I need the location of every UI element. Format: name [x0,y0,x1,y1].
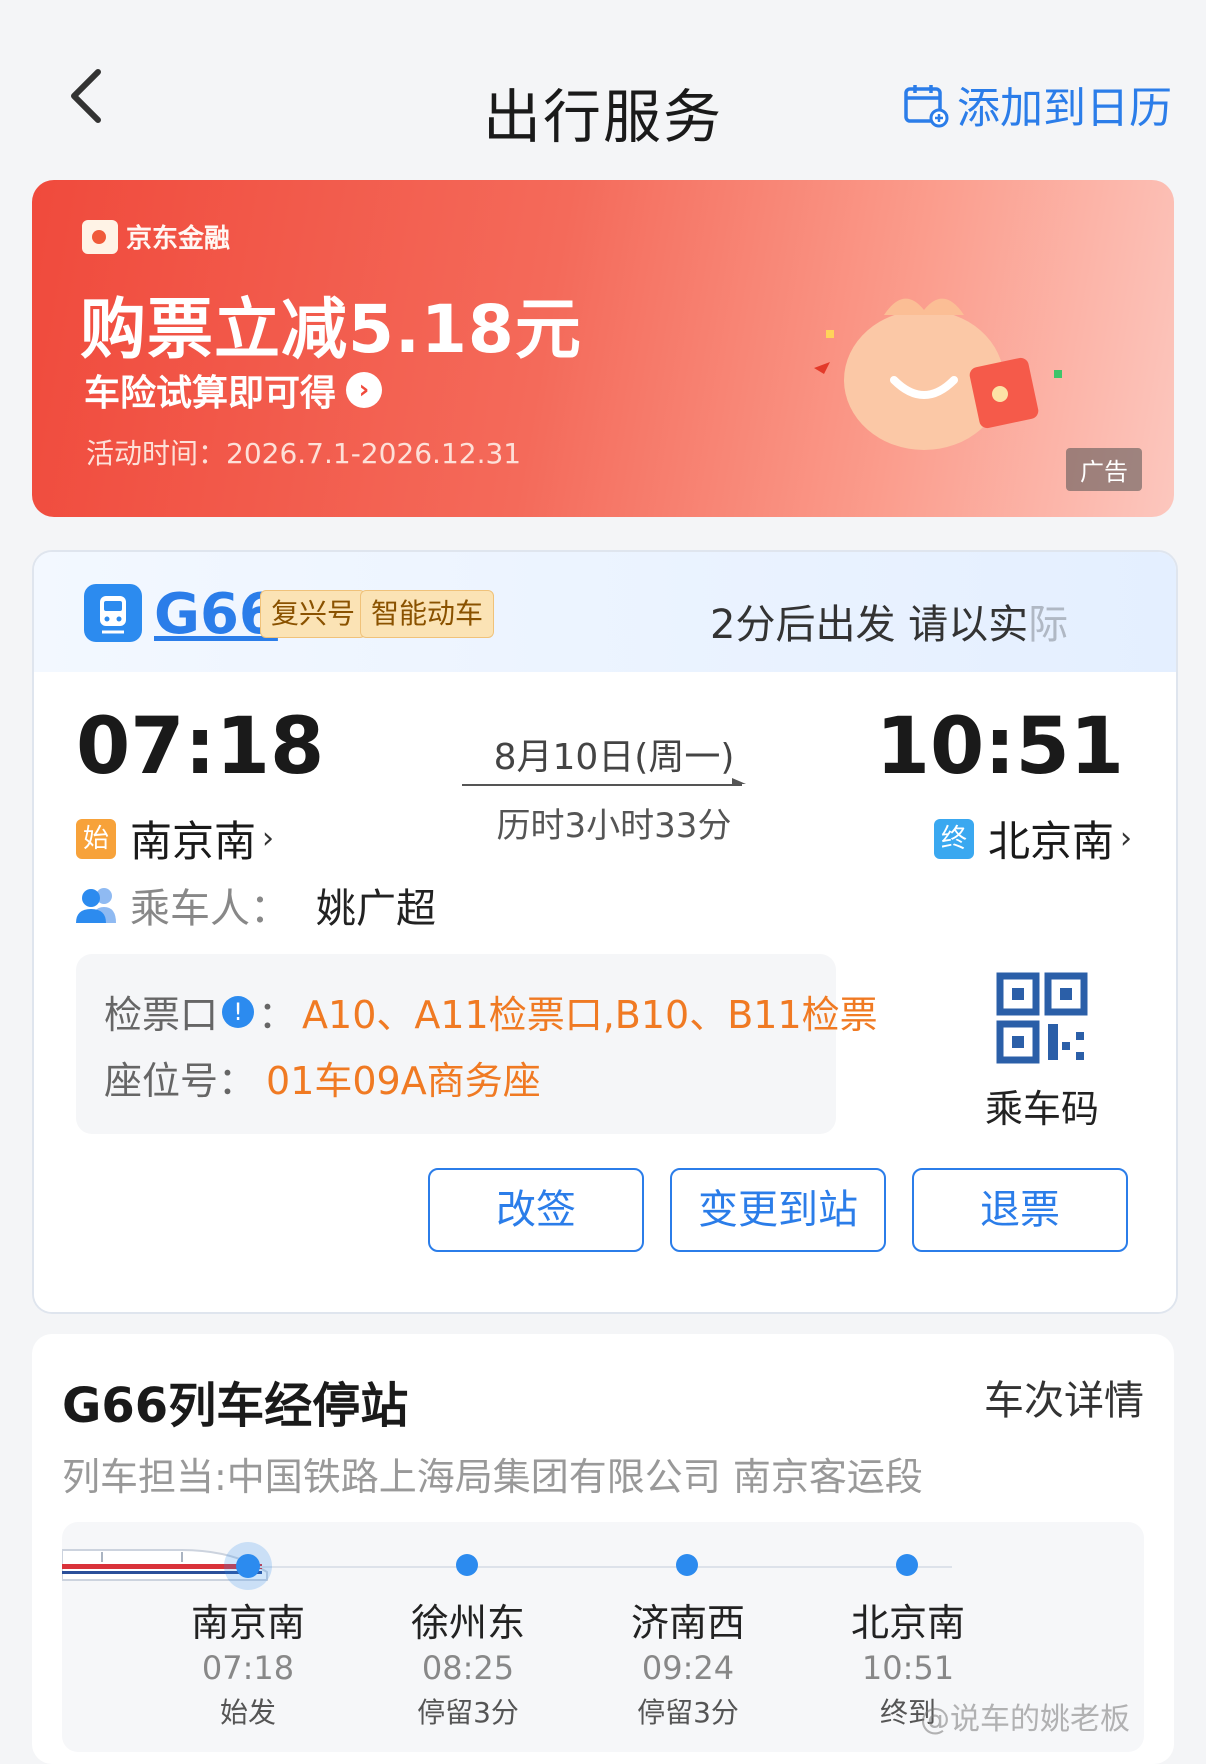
departure-station-name: 南京南 [130,817,257,866]
stop-name: 济南西 [630,1601,745,1645]
boarding-code-label: 乘车码 [984,1087,1099,1131]
calendar-icon [904,85,949,128]
stop-dot [676,1554,698,1576]
money-bag-icon [814,298,1062,450]
stop-time: 10:51 [861,1649,955,1687]
passenger-row: 乘车人： 姚广超 [74,876,436,934]
change-ticket-button[interactable]: 改签 [428,1168,644,1252]
stop-dot [456,1554,478,1576]
stop-item: 徐州东 08:25 停留3分 [368,1592,568,1731]
refund-button[interactable]: 退票 [912,1168,1128,1252]
watermark: @说车的姚老板 [920,1702,1130,1737]
ad-time: 活动时间：2026.7.1-2026.12.31 [86,437,522,470]
jd-finance-logo-icon [82,219,118,254]
ticket-header: G66 复兴号 智能动车 2分后出发 请以实际 [34,552,1176,672]
boarding-code-button[interactable]: 乘车码 [974,972,1110,1133]
start-badge: 始 [76,818,116,859]
ad-headline: 购票立减5.18元 [80,291,582,368]
gate-label: 检票口 [104,993,219,1037]
stops-card: G66列车经停站 车次详情 列车担当:中国铁路上海局集团有限公司 南京客运段 南… [32,1334,1174,1764]
top-bar: 出行服务 添加到日历 [0,0,1206,180]
arrival-station-name: 北京南 [987,817,1114,866]
info-icon[interactable]: ! [222,995,255,1028]
change-destination-button[interactable]: 变更到站 [670,1168,886,1252]
departure-notice-text: 2分后出发 请以实 [710,602,1029,648]
ad-brand-label: 京东金融 [126,224,231,254]
passenger-label: 乘车人： [130,886,290,932]
departure-time: 07:18 [76,702,325,792]
add-to-calendar-button[interactable]: 添加到日历 [903,74,1172,136]
stops-title: G66列车经停站 [62,1378,409,1434]
passenger-icon [76,888,116,923]
train-details-link[interactable]: 车次详情 [984,1368,1144,1426]
travel-date: 8月10日(周一) [493,737,735,778]
add-to-calendar-label: 添加到日历 [957,84,1172,134]
tag-smart-emu: 智能动车 [360,590,495,638]
arrow-right-icon: › [346,372,383,408]
ticket-card: G66 复兴号 智能动车 2分后出发 请以实际 07:18 8月10日(周一) … [32,550,1178,1314]
stop-dot-current [236,1554,260,1578]
departure-notice-fade: 际 [1028,602,1069,648]
arrival-station[interactable]: 终 北京南 › [933,808,1132,869]
gate-row: 检票口 ! ： A10、A11检票口,B10、B11检票 [104,984,878,1039]
stop-time: 09:24 [641,1649,735,1687]
ad-subline: 车险试算即可得 › [84,364,383,416]
stop-note: 始发 [219,1696,276,1729]
ad-banner[interactable]: 京东金融 购票立减5.18元 车险试算即可得 › 活动时间：2026.7.1-2… [32,180,1174,517]
stop-name: 北京南 [850,1601,965,1645]
qr-code-icon [996,972,1088,1064]
date-arrow-line [462,778,746,786]
ad-tag: 广告 [1066,448,1142,491]
route-track [252,1566,952,1568]
stops-route: 南京南 07:18 始发 徐州东 08:25 停留3分 济南西 09:24 停留… [62,1522,1144,1752]
stop-name: 南京南 [190,1601,305,1645]
end-badge: 终 [933,818,974,859]
stop-item: 济南西 09:24 停留3分 [588,1592,788,1731]
stop-time: 08:25 [421,1649,515,1687]
seat-value: 01车09A商务座 [266,1059,541,1103]
passenger-name: 姚广超 [316,886,436,932]
stop-item: 南京南 07:18 始发 [148,1592,348,1731]
arrival-time: 10:51 [875,702,1124,792]
departure-notice: 2分后出发 请以实际 [710,592,1068,650]
seat-label: 座位号： [104,1059,257,1103]
train-operator: 列车担当:中国铁路上海局集团有限公司 南京客运段 [62,1455,923,1499]
stop-dot [896,1554,918,1576]
departure-station[interactable]: 始 南京南 › [76,808,274,869]
ad-brand: 京东金融 [82,218,230,255]
ad-subline-text: 车险试算即可得 [84,373,337,414]
gate-value: A10、A11检票口,B10、B11检票 [302,993,878,1037]
ticket-body: 07:18 8月10日(周一) 历时3小时33分 10:51 始 南京南 › 终… [34,672,1176,1312]
travel-duration: 历时3小时33分 [496,806,732,846]
seat-row: 座位号： 01车09A商务座 [104,1050,541,1105]
stop-name: 徐州东 [410,1601,525,1645]
stop-note: 停留3分 [417,1696,519,1729]
chevron-right-icon: › [262,821,275,856]
gate-colon: ： [258,993,297,1037]
stop-note: 停留3分 [637,1696,739,1729]
train-icon [84,584,142,642]
stop-time: 07:18 [201,1649,295,1687]
tag-fuxing: 复兴号 [260,590,367,638]
ticket-info-box: 检票口 ! ： A10、A11检票口,B10、B11检票 座位号： 01车09A… [76,954,878,1134]
chevron-right-icon: › [1120,821,1132,856]
